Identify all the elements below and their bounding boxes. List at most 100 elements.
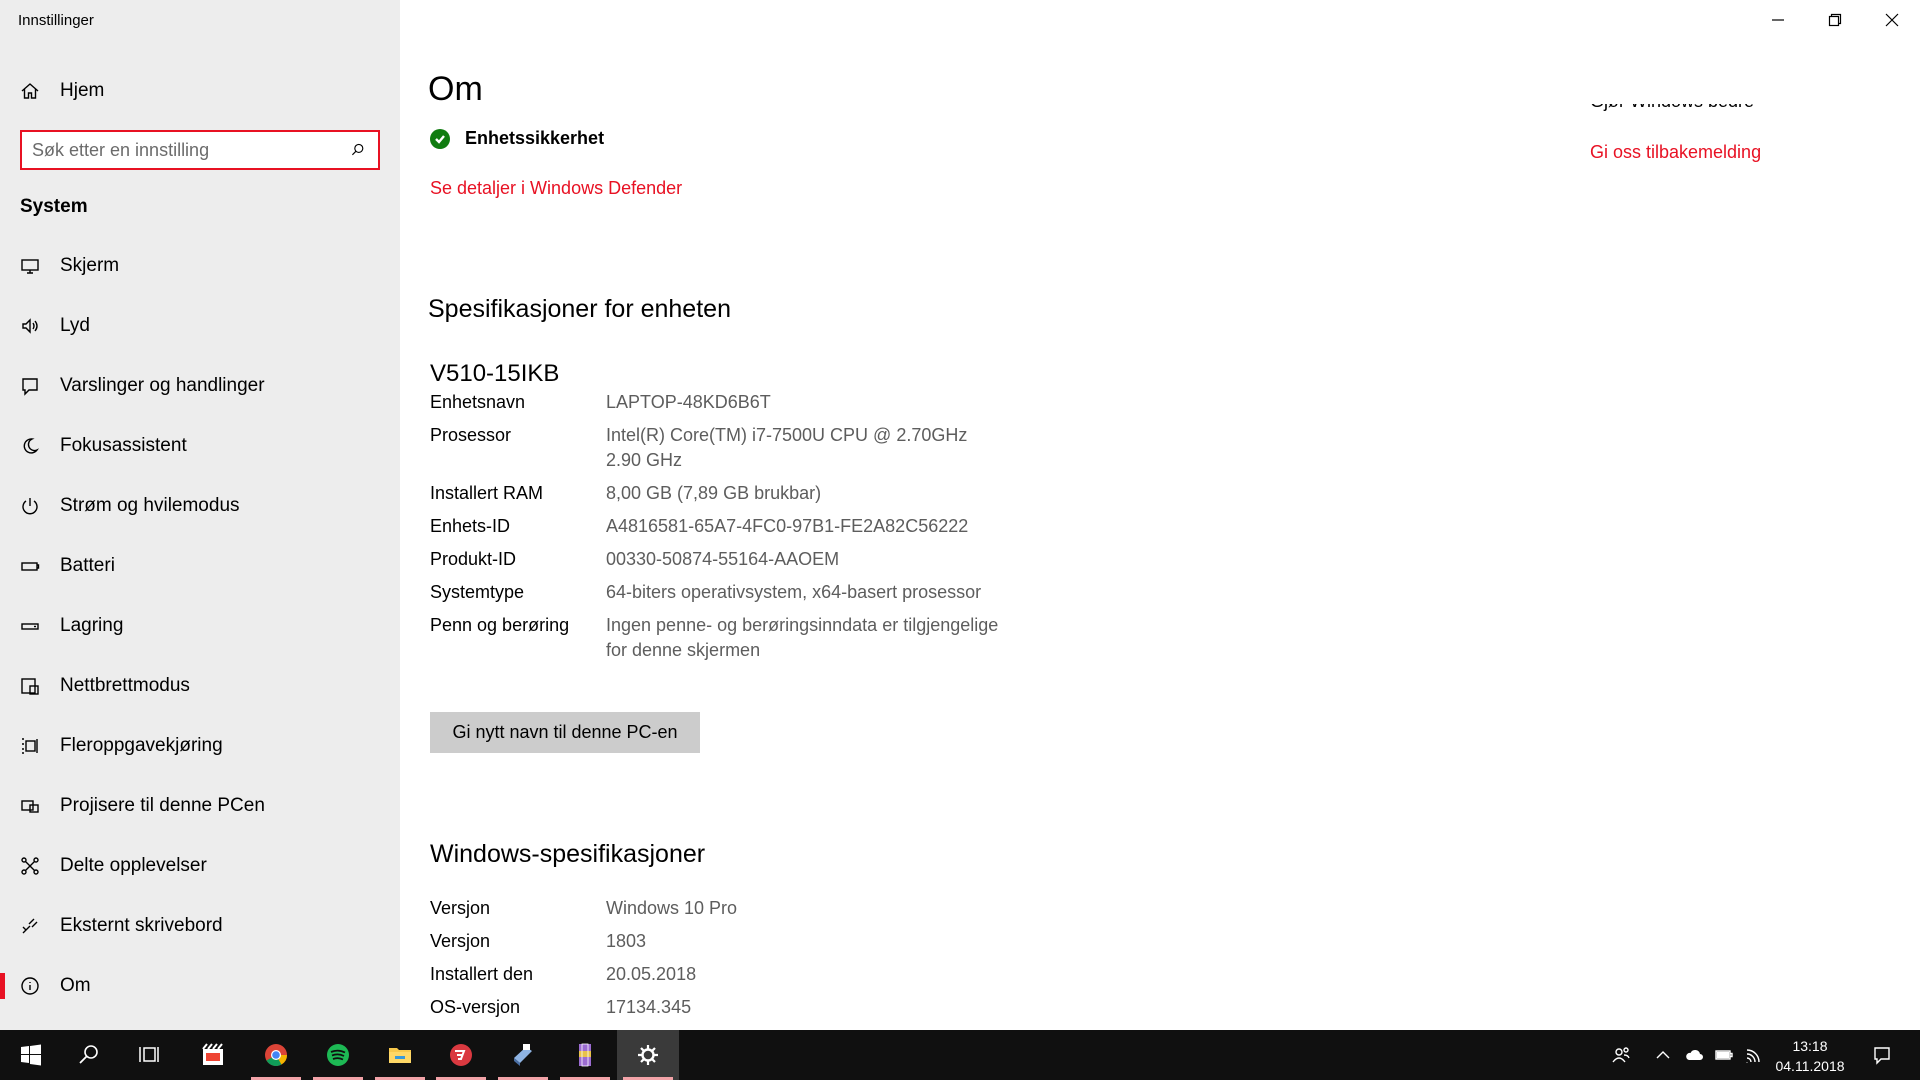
winrar-button[interactable] [554,1030,616,1080]
sidebar-item-om[interactable]: Om [0,956,400,1016]
search-input[interactable] [32,139,348,161]
sidebar-item-batteri[interactable]: Batteri [0,536,400,596]
wifi-icon [1746,1049,1760,1063]
home-link[interactable]: Hjem [20,76,104,106]
sidebar-item-strom[interactable]: Strøm og hvilemodus [0,476,400,536]
project-icon [20,796,40,816]
spec-row: Installert RAM 8,00 GB (7,89 GB brukbar) [430,483,822,503]
people-button[interactable] [1606,1030,1636,1080]
settings-gear-icon [638,1045,658,1065]
chrome-button[interactable] [245,1030,307,1080]
clock-date: 04.11.2018 [1775,1058,1845,1074]
search-box[interactable] [20,130,380,170]
restore-icon [1828,13,1841,27]
spec-row: Versjon 1803 [430,931,647,951]
spotify-icon [327,1044,349,1066]
feedback-link[interactable]: Gi oss tilbakemelding [1590,142,1761,163]
notification-icon [1874,1047,1890,1065]
spotify-button[interactable] [307,1030,369,1080]
search-icon[interactable] [348,140,368,160]
action-center-button[interactable] [1862,1030,1902,1080]
expressvpn-icon [450,1044,472,1066]
multitask-icon [20,736,40,756]
moon-icon [20,436,40,456]
movie-maker-button[interactable] [182,1030,244,1080]
start-button[interactable] [0,1030,62,1080]
spec-row: Enhets-ID A4816581-65A7-4FC0-97B1-FE2A82C… [430,516,969,536]
windows-defender-link[interactable]: Se detaljer i Windows Defender [430,178,682,199]
taskbar: 13:18 04.11.2018 [0,1030,1920,1080]
spec-row: Systemtype 64-biters operativsystem, x64-… [430,582,982,602]
nav-list: Skjerm Lyd Varslinger og handlinger Foku… [0,236,400,1016]
close-button[interactable] [1863,0,1920,40]
sidebar-item-label: Delte opplevelser [60,855,207,876]
sidebar-item-label: Om [60,975,91,996]
network-button[interactable] [1740,1030,1768,1080]
search-icon [79,1045,98,1064]
sidebar-item-lagring[interactable]: Lagring [0,596,400,656]
sidebar-item-label: Varslinger og handlinger [60,375,265,396]
restore-button[interactable] [1806,0,1863,40]
sidebar-item-eksternt-skrivebord[interactable]: Eksternt skrivebord [0,896,400,956]
sidebar-item-label: Projisere til denne PCen [60,795,265,816]
sidebar-item-varslinger[interactable]: Varslinger og handlinger [0,356,400,416]
sidebar-item-label: Skjerm [60,255,120,276]
section-label: System [20,196,88,217]
sidebar-item-label: Fokusassistent [60,435,187,456]
sidebar-item-label: Strøm og hvilemodus [60,495,240,516]
sidebar-item-delte-opplevelser[interactable]: Delte opplevelser [0,836,400,896]
windows-specs-heading: Windows-spesifikasjoner [430,840,706,868]
scanner-button[interactable] [492,1030,554,1080]
taskbar-search-button[interactable] [58,1030,120,1080]
sidebar-item-fleroppgavekjoring[interactable]: Fleroppgavekjøring [0,716,400,776]
check-icon [430,128,450,149]
minimize-icon [1771,19,1784,21]
home-icon [20,81,40,101]
expressvpn-button[interactable] [430,1030,492,1080]
battery-status-button[interactable] [1710,1030,1738,1080]
spec-row: Installert den 20.05.2018 [430,964,697,984]
share-icon [20,856,40,876]
sidebar-item-label: Nettbrettmodus [60,675,190,696]
windows-spec-table: Versjon Windows 10 Pro Versjon 1803 Instal… [430,896,1030,1028]
side-partial-heading: Gjør Windows bedre [1590,104,1754,122]
sidebar-item-label: Lyd [60,315,90,336]
settings-button[interactable] [617,1030,679,1080]
chevron-up-icon [1656,1051,1670,1059]
file-explorer-icon [389,1048,411,1063]
clock-time: 13:18 [1792,1038,1828,1054]
window-title: Innstillinger [18,12,94,29]
sidebar-item-lyd[interactable]: Lyd [0,296,400,356]
windows-start-icon [21,1044,41,1066]
task-view-button[interactable] [118,1030,180,1080]
home-label: Hjem [60,80,105,101]
window-controls [1749,0,1920,40]
battery-icon [20,556,40,576]
spec-row: Enhetsnavn LAPTOP-48KD6B6T [430,392,771,412]
spec-row: Produkt-ID 00330-50874-55164-AAOEM [430,549,840,569]
sidebar-item-nettbrettmodus[interactable]: Nettbrettmodus [0,656,400,716]
minimize-button[interactable] [1749,0,1806,40]
info-icon [20,976,40,996]
spec-row: Penn og berøring Ingen penne- og berøring… [430,615,999,660]
file-explorer-button[interactable] [369,1030,431,1080]
rename-pc-button[interactable]: Gi nytt navn til denne PC-en [430,712,700,753]
power-icon [20,496,40,516]
show-hidden-icons-button[interactable] [1650,1030,1676,1080]
spec-row: OS-versjon 17134.345 [430,997,692,1017]
device-spec-table: Enhetsnavn LAPTOP-48KD6B6T Prosessor Intel… [430,390,1030,671]
spec-row: Versjon Windows 10 Pro [430,898,738,918]
sidebar-item-skjerm[interactable]: Skjerm [0,236,400,296]
sidebar: Innstillinger Hjem System Skjerm Lyd Var… [0,0,400,1030]
main-content: Om Enhetssikkerhet Se detaljer i Windows… [400,0,1920,1030]
winrar-icon [579,1043,591,1067]
page-title: Om [428,70,483,108]
close-icon [1885,13,1898,27]
sidebar-item-fokusassistent[interactable]: Fokusassistent [0,416,400,476]
onedrive-button[interactable] [1680,1030,1708,1080]
notification-icon [20,376,40,396]
taskbar-clock[interactable]: 13:18 04.11.2018 [1774,1036,1846,1076]
chrome-icon [265,1044,287,1066]
tablet-icon [20,676,40,696]
sidebar-item-projisere[interactable]: Projisere til denne PCen [0,776,400,836]
